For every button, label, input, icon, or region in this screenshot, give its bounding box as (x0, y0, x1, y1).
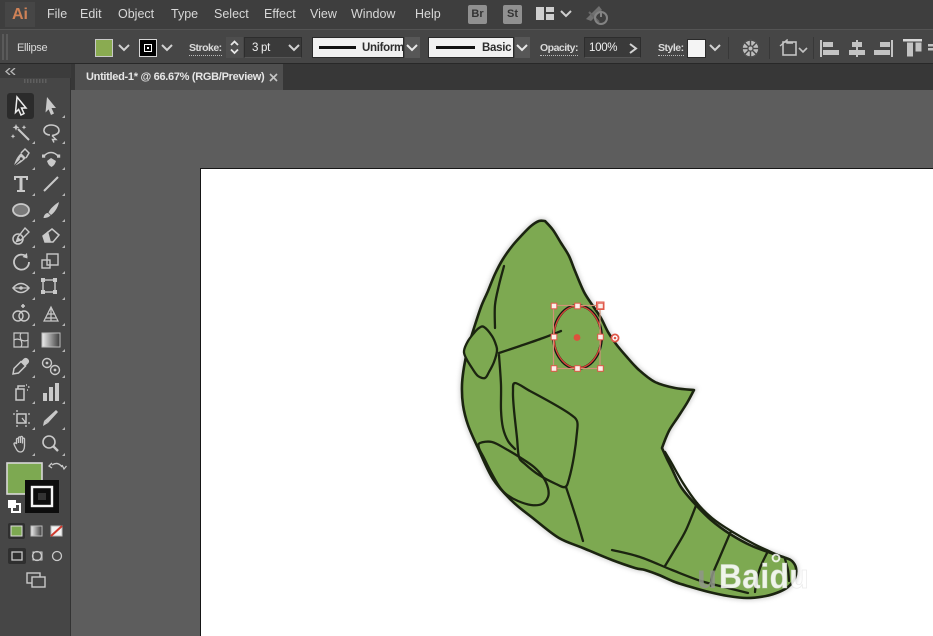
svg-text:Baidu: Baidu (719, 557, 809, 595)
svg-text:u: u (697, 558, 717, 595)
